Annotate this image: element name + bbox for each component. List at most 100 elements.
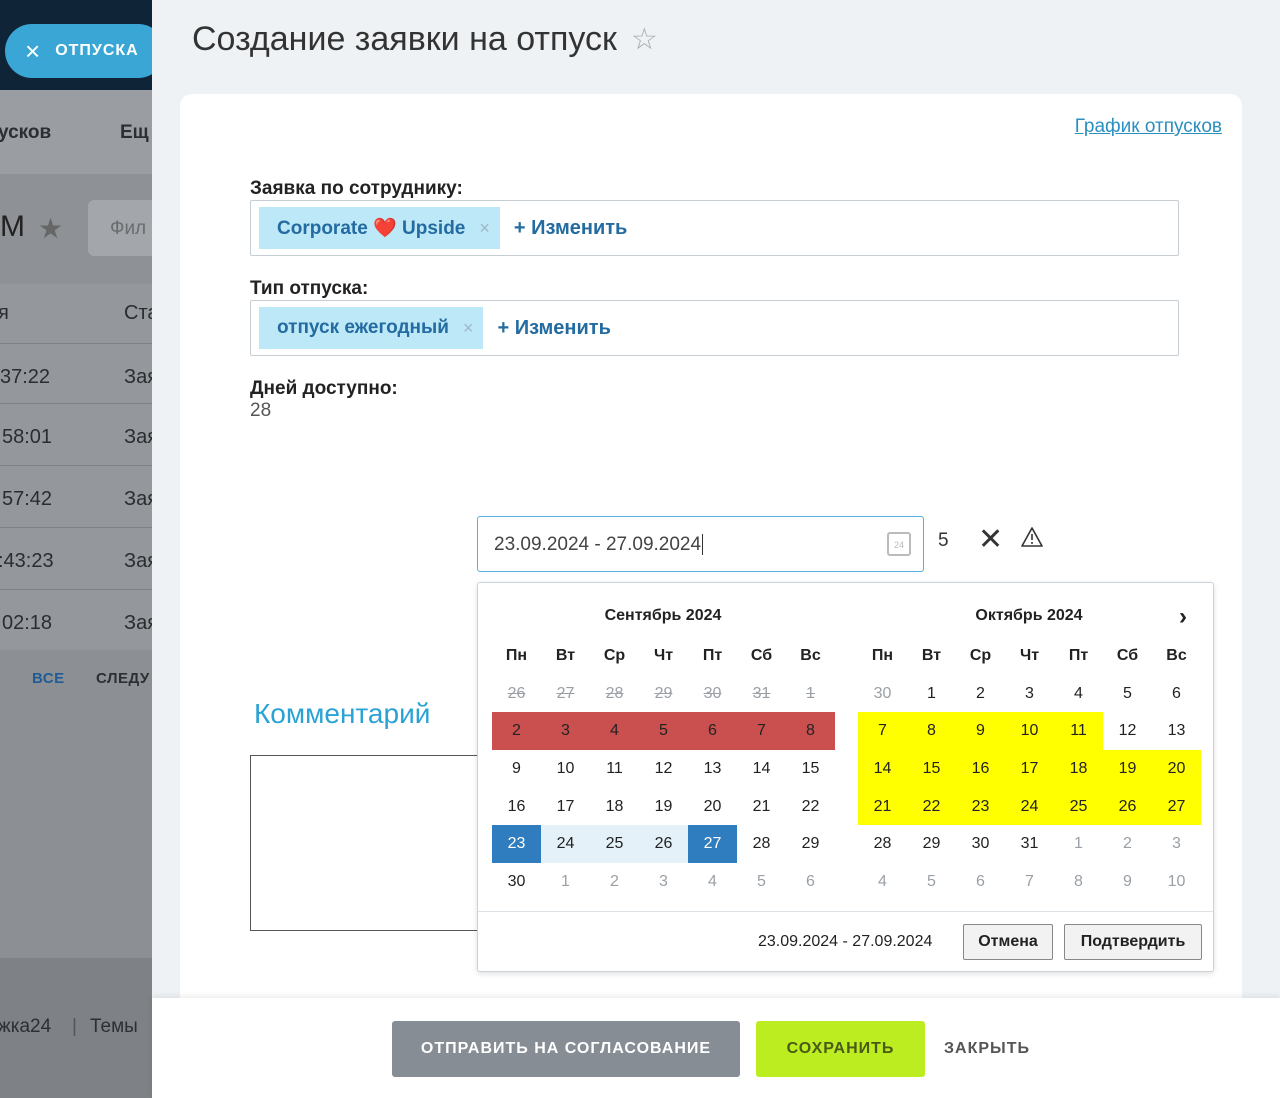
send-for-approval-button[interactable]: ОТПРАВИТЬ НА СОГЛАСОВАНИЕ	[392, 1021, 740, 1077]
calendar-day[interactable]: 5	[907, 863, 956, 901]
calendar-day[interactable]: 9	[492, 750, 541, 788]
calendar-day[interactable]: 14	[858, 750, 907, 788]
calendar-day[interactable]: 17	[541, 788, 590, 826]
calendar-day[interactable]: 8	[1054, 863, 1103, 901]
calendar-day[interactable]: 11	[590, 750, 639, 788]
nav-item[interactable]: усков	[0, 122, 51, 144]
calendar-day[interactable]: 31	[1005, 825, 1054, 863]
footer-link[interactable]: жка24	[0, 1016, 51, 1038]
calendar-day[interactable]: 5	[639, 712, 688, 751]
calendar-day[interactable]: 27	[1152, 787, 1201, 826]
calendar-day[interactable]: 4	[688, 863, 737, 901]
calendar-day[interactable]: 22	[786, 788, 835, 826]
close-icon[interactable]: ×	[25, 38, 41, 64]
calendar-day[interactable]: 12	[1103, 712, 1152, 750]
calendar-day[interactable]: 10	[1005, 712, 1054, 751]
calendar-day[interactable]: 25	[590, 825, 639, 864]
calendar-day[interactable]: 24	[541, 825, 590, 864]
calendar-day[interactable]: 10	[541, 750, 590, 788]
calendar-day[interactable]: 6	[956, 863, 1005, 901]
calendar-day[interactable]: 6	[786, 863, 835, 901]
calendar-day[interactable]: 30	[956, 825, 1005, 863]
calendar-day[interactable]: 21	[858, 787, 907, 826]
calendar-day[interactable]: 3	[1005, 675, 1054, 713]
calendar-day[interactable]: 16	[956, 750, 1005, 788]
calendar-day[interactable]: 3	[1152, 825, 1201, 863]
schedule-link[interactable]: График отпусков	[1075, 116, 1222, 138]
calendar-day[interactable]: 7	[737, 712, 786, 751]
calendar-day[interactable]: 3	[541, 712, 590, 751]
calendar-icon[interactable]: 24	[887, 532, 911, 556]
calendar-day[interactable]: 13	[688, 750, 737, 788]
vacations-tab-pill[interactable]: × ОТПУСКА	[5, 24, 152, 78]
calendar-day[interactable]: 1	[907, 675, 956, 713]
confirm-button[interactable]: Подтвердить	[1064, 924, 1202, 960]
calendar-day[interactable]: 19	[1103, 750, 1152, 788]
close-button[interactable]: ЗАКРЫТЬ	[942, 1021, 1032, 1077]
calendar-day[interactable]: 18	[1054, 750, 1103, 788]
calendar-day[interactable]: 1	[1054, 825, 1103, 863]
calendar-day[interactable]: 20	[688, 788, 737, 826]
calendar-day[interactable]: 18	[590, 788, 639, 826]
calendar-day[interactable]: 6	[1152, 675, 1201, 713]
calendar-day[interactable]: 29	[786, 825, 835, 863]
calendar-day[interactable]: 2	[956, 675, 1005, 713]
calendar-day[interactable]: 16	[492, 788, 541, 826]
calendar-day[interactable]: 9	[956, 712, 1005, 751]
next-month-icon[interactable]: ›	[1179, 603, 1187, 631]
calendar-day[interactable]: 17	[1005, 750, 1054, 788]
calendar-day[interactable]: 28	[737, 825, 786, 863]
calendar-day[interactable]: 10	[1152, 863, 1201, 901]
calendar-day[interactable]: 2	[492, 712, 541, 751]
calendar-day[interactable]: 24	[1005, 787, 1054, 826]
footer-link-themes[interactable]: Темы	[90, 1016, 138, 1038]
calendar-day[interactable]: 5	[737, 863, 786, 901]
calendar-day[interactable]: 28	[858, 825, 907, 863]
date-range-input[interactable]: 23.09.2024 - 27.09.2024 24	[477, 516, 924, 572]
calendar-day[interactable]: 12	[639, 750, 688, 788]
remove-tag-icon[interactable]: ×	[479, 218, 490, 239]
calendar-day[interactable]: 8	[907, 712, 956, 751]
remove-tag-icon[interactable]: ×	[463, 318, 474, 339]
change-employee-button[interactable]: + Изменить	[514, 217, 627, 240]
calendar-day[interactable]: 4	[1054, 675, 1103, 713]
calendar-day[interactable]: 14	[737, 750, 786, 788]
filter-input[interactable]: Фил	[88, 200, 152, 256]
calendar-day[interactable]: 8	[786, 712, 835, 751]
calendar-day[interactable]: 23	[492, 825, 541, 864]
calendar-day[interactable]: 13	[1152, 712, 1201, 750]
link-all[interactable]: ВСЕ	[32, 670, 65, 687]
clear-dates-icon[interactable]: ✕	[978, 522, 1003, 557]
calendar-day[interactable]: 15	[907, 750, 956, 788]
calendar-day[interactable]: 6	[688, 712, 737, 751]
calendar-day[interactable]: 1	[541, 863, 590, 901]
star-icon[interactable]: ★	[38, 212, 63, 245]
change-type-button[interactable]: + Изменить	[497, 317, 610, 340]
calendar-day[interactable]: 4	[590, 712, 639, 751]
calendar-day[interactable]: 22	[907, 787, 956, 826]
comment-textarea[interactable]	[250, 755, 490, 931]
cancel-button[interactable]: Отмена	[963, 924, 1053, 960]
nav-item-more[interactable]: Ещ	[120, 122, 149, 144]
calendar-day[interactable]: 15	[786, 750, 835, 788]
calendar-day[interactable]: 26	[639, 825, 688, 864]
calendar-day[interactable]: 30	[492, 863, 541, 901]
calendar-day[interactable]: 7	[1005, 863, 1054, 901]
calendar-day[interactable]: 11	[1054, 712, 1103, 751]
save-button[interactable]: СОХРАНИТЬ	[756, 1021, 925, 1077]
calendar-day[interactable]: 2	[1103, 825, 1152, 863]
calendar-day[interactable]: 9	[1103, 863, 1152, 901]
warning-icon[interactable]	[1021, 526, 1043, 548]
calendar-day[interactable]: 21	[737, 788, 786, 826]
link-next[interactable]: СЛЕДУ	[96, 670, 150, 687]
calendar-day[interactable]: 7	[858, 712, 907, 751]
calendar-day[interactable]: 4	[858, 863, 907, 901]
calendar-day[interactable]: 2	[590, 863, 639, 901]
calendar-day[interactable]: 5	[1103, 675, 1152, 713]
star-icon[interactable]: ☆	[631, 22, 658, 57]
calendar-day[interactable]: 27	[688, 825, 737, 864]
calendar-day[interactable]: 23	[956, 787, 1005, 826]
calendar-day[interactable]: 25	[1054, 787, 1103, 826]
calendar-day[interactable]: 3	[639, 863, 688, 901]
calendar-day[interactable]: 20	[1152, 750, 1201, 788]
